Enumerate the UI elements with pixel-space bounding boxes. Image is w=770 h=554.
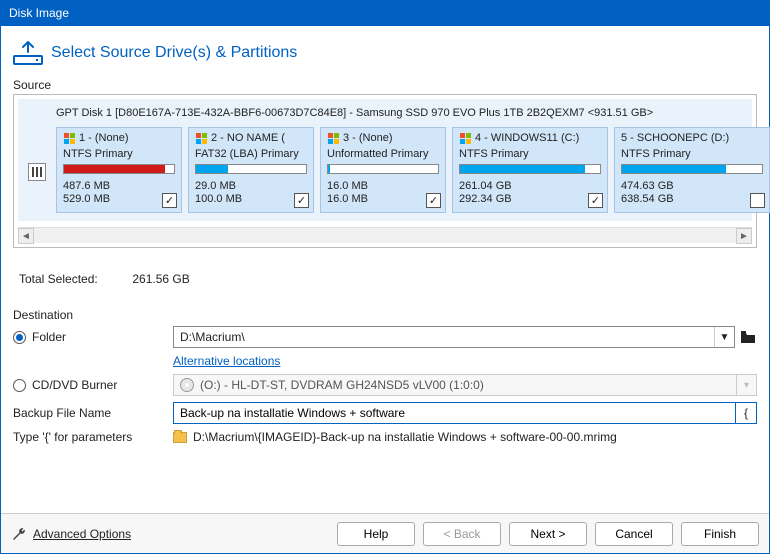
- burner-device-dropdown[interactable]: ▾: [736, 375, 756, 395]
- partition-title: 5 - SCHOONEPC (D:): [621, 132, 729, 144]
- bottom-bar: Advanced Options Help < Back Next > Canc…: [1, 513, 769, 553]
- partition-filesystem: FAT32 (LBA) Primary: [195, 148, 307, 160]
- partition-total: 292.34 GB: [459, 193, 601, 206]
- partition-title: 3 - (None): [343, 132, 393, 144]
- total-selected-row: Total Selected: 261.56 GB: [13, 248, 757, 304]
- partition-checkbox[interactable]: [162, 193, 177, 208]
- total-selected-value: 261.56 GB: [132, 272, 189, 286]
- folder-radio-row[interactable]: Folder: [13, 330, 173, 344]
- partition-checkbox[interactable]: [750, 193, 765, 208]
- next-button[interactable]: Next >: [509, 522, 587, 546]
- source-horizontal-scrollbar[interactable]: ◄ ►: [18, 227, 752, 243]
- partition-usage-bar: [63, 164, 175, 174]
- source-group-label: Source: [13, 78, 757, 92]
- total-selected-label: Total Selected:: [19, 272, 129, 286]
- disc-icon: [180, 378, 194, 392]
- partition-checkbox[interactable]: [426, 193, 441, 208]
- select-all-partitions-button[interactable]: [28, 163, 46, 181]
- back-button[interactable]: < Back: [423, 522, 501, 546]
- partition-title: 2 - NO NAME (: [211, 132, 285, 144]
- windows-flag-icon: [459, 132, 471, 144]
- partition-used: 16.0 MB: [327, 180, 439, 193]
- partition-total: 638.54 GB: [621, 193, 763, 206]
- disk-description: GPT Disk 1 [D80E167A-713E-432A-BBF6-0067…: [56, 107, 744, 119]
- partition-card[interactable]: 5 - SCHOONEPC (D:) NTFS Primary 474.63 GB6…: [614, 127, 770, 213]
- windows-flag-icon: [63, 132, 75, 144]
- insert-parameter-button[interactable]: {: [735, 402, 757, 424]
- partition-title: 1 - (None): [79, 132, 129, 144]
- windows-flag-icon: [195, 132, 207, 144]
- scroll-left-button[interactable]: ◄: [18, 228, 34, 244]
- resolved-path-value: D:\Macrium\{IMAGEID}-Back-up na installa…: [193, 430, 617, 444]
- partition-used: 487.6 MB: [63, 180, 175, 193]
- folder-icon: [173, 432, 187, 443]
- advanced-options-link[interactable]: Advanced Options: [11, 526, 131, 542]
- partition-checkbox[interactable]: [294, 193, 309, 208]
- browse-folder-button[interactable]: [739, 329, 757, 345]
- destination-group-label: Destination: [13, 308, 757, 322]
- partition-card[interactable]: 2 - NO NAME ( FAT32 (LBA) Primary 29.0 MB1…: [188, 127, 314, 213]
- alternative-locations-link[interactable]: Alternative locations: [173, 350, 280, 372]
- type-parameters-label: Type '{' for parameters: [13, 430, 173, 444]
- partition-usage-bar: [621, 164, 763, 174]
- partition-checkbox[interactable]: [588, 193, 603, 208]
- drive-select-icon: [13, 40, 43, 66]
- scroll-right-button[interactable]: ►: [736, 228, 752, 244]
- windows-flag-icon: [327, 132, 339, 144]
- page-heading: Select Source Drive(s) & Partitions: [51, 44, 297, 62]
- partition-total: 100.0 MB: [195, 193, 307, 206]
- partition-total: 529.0 MB: [63, 193, 175, 206]
- burner-device-combo[interactable]: (O:) - HL-DT-ST, DVDRAM GH24NSD5 vLV00 (…: [173, 374, 757, 396]
- source-box: GPT Disk 1 [D80E167A-713E-432A-BBF6-0067…: [13, 94, 757, 248]
- partition-card[interactable]: 3 - (None) Unformatted Primary 16.0 MB16.0…: [320, 127, 446, 213]
- partition-row: 1 - (None) NTFS Primary 487.6 MB529.0 MB 2 …: [26, 127, 744, 213]
- help-button[interactable]: Help: [337, 522, 415, 546]
- partition-title: 4 - WINDOWS11 (C:): [475, 132, 579, 144]
- window-title: Disk Image: [9, 6, 69, 20]
- folder-radio-label: Folder: [32, 330, 66, 344]
- window-titlebar: Disk Image: [1, 1, 769, 26]
- folder-path-dropdown[interactable]: ▼: [714, 327, 734, 347]
- advanced-options-label: Advanced Options: [33, 527, 131, 541]
- partition-card[interactable]: 4 - WINDOWS11 (C:) NTFS Primary 261.04 GB2…: [452, 127, 608, 213]
- partition-usage-bar: [195, 164, 307, 174]
- backup-filename-label: Backup File Name: [13, 406, 173, 420]
- partition-filesystem: NTFS Primary: [459, 148, 601, 160]
- partition-filesystem: NTFS Primary: [621, 148, 763, 160]
- burner-radio-row[interactable]: CD/DVD Burner: [13, 378, 173, 392]
- partition-used: 261.04 GB: [459, 180, 601, 193]
- partition-filesystem: Unformatted Primary: [327, 148, 439, 160]
- partition-usage-bar: [459, 164, 601, 174]
- finish-button[interactable]: Finish: [681, 522, 759, 546]
- resolved-path-row: D:\Macrium\{IMAGEID}-Back-up na installa…: [173, 430, 757, 444]
- backup-filename-input[interactable]: [173, 402, 735, 424]
- partition-used: 29.0 MB: [195, 180, 307, 193]
- folder-radio[interactable]: [13, 331, 26, 344]
- folder-path-combo[interactable]: D:\Macrium\ ▼: [173, 326, 735, 348]
- partition-filesystem: NTFS Primary: [63, 148, 175, 160]
- partition-used: 474.63 GB: [621, 180, 763, 193]
- partition-total: 16.0 MB: [327, 193, 439, 206]
- burner-device-value: (O:) - HL-DT-ST, DVDRAM GH24NSD5 vLV00 (…: [200, 378, 484, 392]
- cancel-button[interactable]: Cancel: [595, 522, 673, 546]
- folder-path-value: D:\Macrium\: [174, 330, 714, 344]
- wrench-icon: [11, 526, 27, 542]
- page-heading-row: Select Source Drive(s) & Partitions: [13, 34, 757, 78]
- partition-card[interactable]: 1 - (None) NTFS Primary 487.6 MB529.0 MB: [56, 127, 182, 213]
- burner-radio-label: CD/DVD Burner: [32, 378, 117, 392]
- burner-radio[interactable]: [13, 379, 26, 392]
- partition-usage-bar: [327, 164, 439, 174]
